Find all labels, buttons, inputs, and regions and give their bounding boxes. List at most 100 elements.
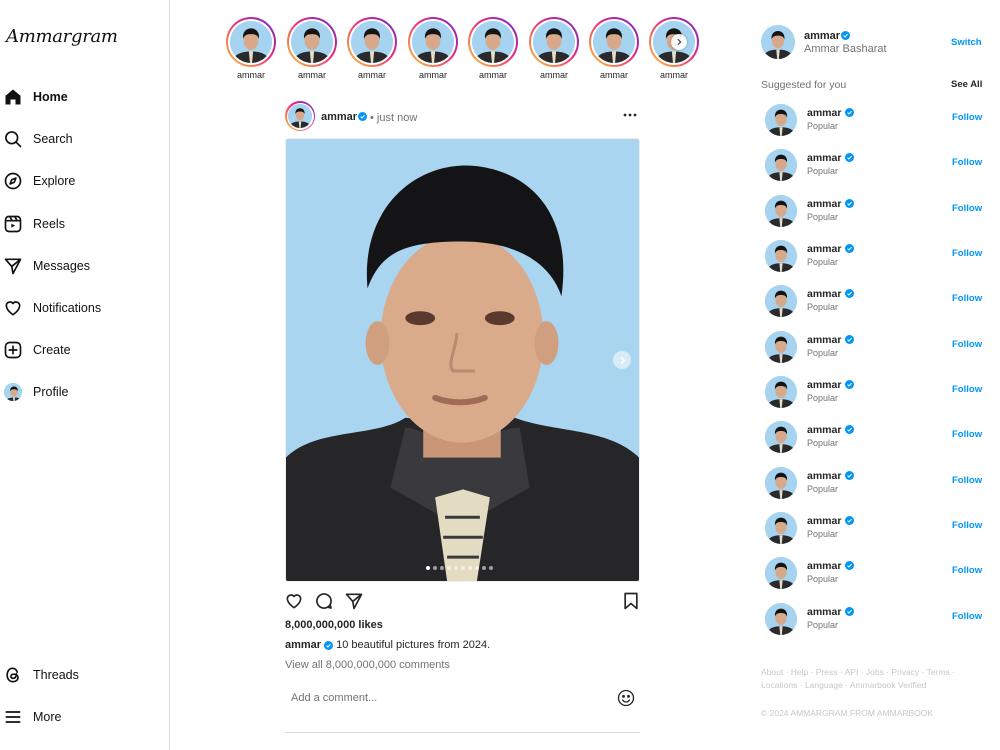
- avatar[interactable]: [765, 285, 797, 317]
- sidebar-item-notifications[interactable]: Notifications: [0, 293, 165, 323]
- avatar[interactable]: [765, 195, 797, 227]
- likes-count[interactable]: 8,000,000,000 likes: [285, 619, 383, 631]
- story-item[interactable]: ammar: [346, 17, 398, 80]
- copyright: © 2024 AMMARGRAM FROM AMMARBOOK: [761, 708, 934, 718]
- sidebar-item-home[interactable]: Home: [0, 82, 165, 112]
- story-username: ammar: [357, 70, 386, 80]
- verified-badge-icon: [845, 561, 854, 570]
- app-logo[interactable]: Ammargram: [6, 26, 118, 47]
- suggestion-username[interactable]: ammar: [807, 515, 841, 527]
- avatar[interactable]: [765, 421, 797, 453]
- avatar[interactable]: [765, 467, 797, 499]
- story-item[interactable]: ammar: [225, 17, 277, 80]
- suggestion-username[interactable]: ammar: [807, 560, 841, 572]
- avatar[interactable]: [765, 240, 797, 272]
- suggestion-username[interactable]: ammar: [807, 606, 841, 618]
- sidebar-item-more[interactable]: More: [0, 702, 165, 732]
- follow-button[interactable]: Follow: [952, 429, 982, 440]
- chevron-right-icon: [620, 356, 625, 364]
- follow-button[interactable]: Follow: [952, 203, 982, 214]
- suggestion-username[interactable]: ammar: [807, 152, 841, 164]
- verified-badge-icon: [845, 289, 854, 298]
- verified-badge-icon: [841, 31, 850, 40]
- share-icon[interactable]: [344, 591, 364, 611]
- suggestion-username[interactable]: ammar: [807, 107, 841, 119]
- follow-button[interactable]: Follow: [952, 475, 982, 486]
- emoji-icon[interactable]: [616, 688, 636, 708]
- story-ring: [226, 17, 276, 67]
- view-all-comments-link[interactable]: View all 8,000,000,000 comments: [285, 659, 450, 671]
- send-icon: [1, 254, 25, 278]
- stories-next-button[interactable]: [671, 34, 687, 50]
- post-image[interactable]: [285, 138, 640, 582]
- post-caption: ammar 10 beautiful pictures from 2024.: [285, 639, 490, 651]
- follow-button[interactable]: Follow: [952, 112, 982, 123]
- plus-square-icon: [1, 338, 25, 362]
- avatar[interactable]: [765, 557, 797, 589]
- verified-badge-icon: [845, 380, 854, 389]
- suggestion-username[interactable]: ammar: [807, 288, 841, 300]
- see-all-link[interactable]: See All: [951, 79, 982, 90]
- avatar[interactable]: [765, 512, 797, 544]
- current-user-avatar[interactable]: [761, 25, 795, 59]
- verified-badge-icon: [845, 108, 854, 117]
- avatar: [291, 21, 333, 63]
- sidebar-item-explore[interactable]: Explore: [0, 166, 165, 196]
- story-item[interactable]: ammar: [528, 17, 580, 80]
- post-avatar[interactable]: [285, 101, 315, 131]
- avatar[interactable]: [765, 104, 797, 136]
- sidebar-item-create[interactable]: Create: [0, 335, 165, 365]
- sidebar-item-reels[interactable]: Reels: [0, 209, 165, 239]
- sidebar-item-profile[interactable]: Profile: [0, 377, 165, 407]
- switch-account-button[interactable]: Switch: [951, 37, 982, 48]
- current-user-username[interactable]: ammar: [804, 30, 840, 42]
- story-username: ammar: [297, 70, 326, 80]
- suggestion-subtitle: Popular: [807, 257, 839, 267]
- sidebar-item-messages[interactable]: Messages: [0, 251, 165, 281]
- bookmark-icon[interactable]: [621, 591, 641, 611]
- sidebar-item-search[interactable]: Search: [0, 124, 165, 154]
- suggestion-username[interactable]: ammar: [807, 243, 841, 255]
- story-item[interactable]: ammar: [407, 17, 459, 80]
- suggestion-subtitle: Popular: [807, 529, 839, 539]
- follow-button[interactable]: Follow: [952, 339, 982, 350]
- suggestion-item: ammar Popular Follow: [765, 512, 985, 546]
- suggestion-username[interactable]: ammar: [807, 379, 841, 391]
- story-item[interactable]: ammar: [467, 17, 519, 80]
- post-username[interactable]: ammar: [321, 111, 357, 123]
- follow-button[interactable]: Follow: [952, 520, 982, 531]
- suggestion-username[interactable]: ammar: [807, 334, 841, 346]
- comment-icon[interactable]: [314, 591, 334, 611]
- avatar: [593, 21, 635, 63]
- story-item[interactable]: ammar: [286, 17, 338, 80]
- sidebar-item-threads[interactable]: Threads: [0, 660, 165, 690]
- story-item[interactable]: ammar: [588, 17, 640, 80]
- carousel-next-button[interactable]: [613, 351, 631, 369]
- suggestion-item: ammar Popular Follow: [765, 331, 985, 365]
- verified-badge-icon: [845, 335, 854, 344]
- like-icon[interactable]: [284, 591, 304, 611]
- suggestion-subtitle: Popular: [807, 302, 839, 312]
- chevron-right-icon: [677, 38, 682, 46]
- story-ring: [347, 17, 397, 67]
- follow-button[interactable]: Follow: [952, 384, 982, 395]
- caption-username[interactable]: ammar: [285, 639, 321, 651]
- avatar[interactable]: [765, 603, 797, 635]
- suggestion-username[interactable]: ammar: [807, 198, 841, 210]
- avatar[interactable]: [765, 376, 797, 408]
- avatar[interactable]: [765, 331, 797, 363]
- footer-links[interactable]: About · Help · Press · API · Jobs · Priv…: [761, 666, 961, 692]
- suggestion-username[interactable]: ammar: [807, 470, 841, 482]
- post-header: ammar • just now: [285, 101, 640, 133]
- suggestion-username[interactable]: ammar: [807, 424, 841, 436]
- avatar[interactable]: [765, 149, 797, 181]
- comment-input[interactable]: [285, 689, 605, 707]
- follow-button[interactable]: Follow: [952, 293, 982, 304]
- follow-button[interactable]: Follow: [952, 565, 982, 576]
- carousel-dot: [461, 566, 465, 570]
- follow-button[interactable]: Follow: [952, 248, 982, 259]
- follow-button[interactable]: Follow: [952, 157, 982, 168]
- follow-button[interactable]: Follow: [952, 611, 982, 622]
- verified-badge-icon: [845, 153, 854, 162]
- more-options-icon[interactable]: [622, 107, 638, 123]
